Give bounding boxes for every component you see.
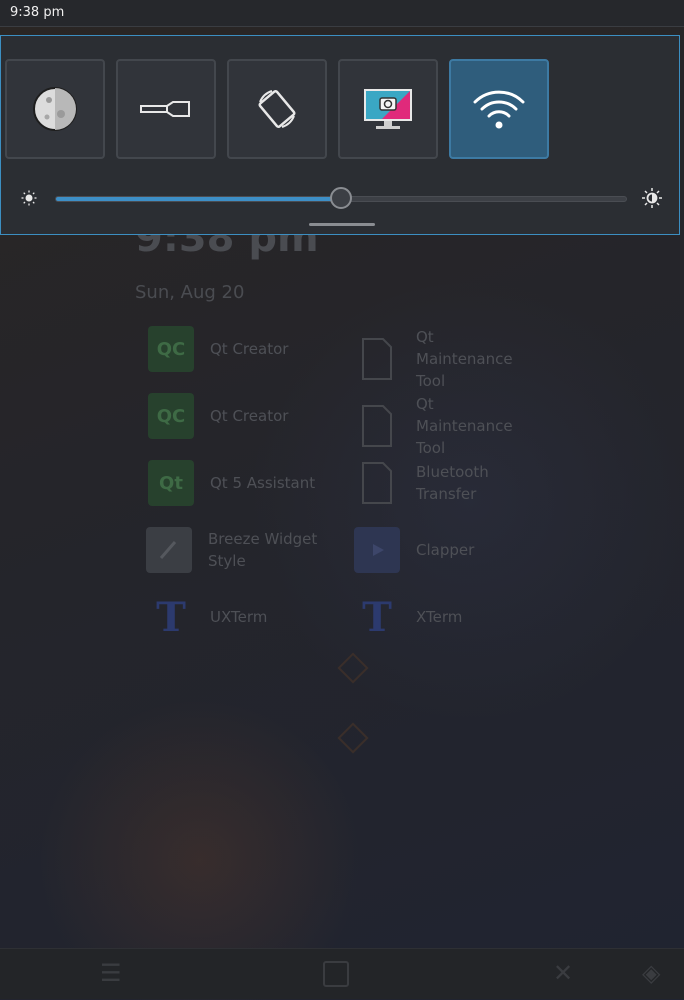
quick-settings-panel bbox=[0, 35, 680, 235]
status-time: 9:38 pm bbox=[10, 5, 65, 20]
menu-icon[interactable]: ☰ bbox=[100, 959, 122, 987]
tile-auto-rotate[interactable] bbox=[227, 59, 327, 159]
document-icon bbox=[354, 403, 400, 449]
app-label: Clapper bbox=[416, 541, 475, 559]
tile-wifi[interactable] bbox=[449, 59, 549, 159]
breeze-icon bbox=[146, 527, 192, 573]
document-icon bbox=[354, 460, 400, 506]
qt-assistant-icon: Qt bbox=[148, 460, 194, 506]
document-icon bbox=[354, 336, 400, 382]
app-label: UXTerm bbox=[210, 608, 268, 626]
home-date: Sun, Aug 20 bbox=[135, 282, 245, 303]
qt-creator-icon: QC bbox=[148, 393, 194, 439]
close-icon[interactable]: ✕ bbox=[553, 959, 573, 987]
app-qt-creator-1[interactable]: QC Qt Creator bbox=[148, 326, 320, 372]
app-qt-maintenance-tool-1[interactable]: Qt Maintenance Tool bbox=[354, 326, 526, 392]
app-label: Qt Maintenance Tool bbox=[416, 328, 513, 390]
panel-drag-handle[interactable] bbox=[309, 223, 375, 226]
terminal-icon: T bbox=[156, 593, 186, 641]
app-label: Qt Creator bbox=[210, 340, 289, 358]
navigation-bar: ☰ ✕ ◈ bbox=[0, 948, 684, 999]
brightness-high-icon bbox=[641, 187, 663, 213]
home-button[interactable] bbox=[323, 961, 349, 987]
clapper-icon bbox=[354, 527, 400, 573]
app-breeze-widget-style[interactable]: Breeze Widget Style bbox=[146, 527, 318, 573]
rotate-nav-icon[interactable]: ◈ bbox=[642, 959, 660, 987]
app-label: Qt Maintenance Tool bbox=[416, 395, 513, 457]
app-qt-assistant[interactable]: Qt Qt 5 Assistant bbox=[148, 460, 320, 506]
app-uxterm[interactable]: T UXTerm bbox=[148, 593, 320, 641]
app-xterm[interactable]: T XTerm bbox=[354, 593, 526, 641]
app-bluetooth-transfer[interactable]: Bluetooth Transfer bbox=[354, 460, 526, 506]
brightness-low-icon bbox=[20, 189, 38, 211]
tile-screenshot[interactable] bbox=[338, 59, 438, 159]
brightness-slider-handle[interactable] bbox=[330, 187, 352, 209]
screenshot-icon bbox=[360, 85, 416, 133]
app-label: Qt Creator bbox=[210, 407, 289, 425]
tile-flashlight[interactable] bbox=[116, 59, 216, 159]
moon-icon bbox=[30, 84, 80, 134]
app-qt-maintenance-tool-2[interactable]: Qt Maintenance Tool bbox=[354, 393, 526, 459]
app-label: XTerm bbox=[416, 608, 463, 626]
app-label: Qt 5 Assistant bbox=[210, 474, 316, 492]
app-label: Breeze Widget Style bbox=[208, 530, 318, 570]
qt-creator-icon: QC bbox=[148, 326, 194, 372]
rotate-icon bbox=[252, 84, 302, 134]
flashlight-icon bbox=[139, 99, 193, 119]
app-clapper[interactable]: Clapper bbox=[354, 527, 526, 573]
brightness-slider-fill bbox=[56, 197, 341, 201]
status-bar[interactable]: 9:38 pm bbox=[0, 0, 684, 27]
app-label: Bluetooth Transfer bbox=[416, 463, 489, 503]
wifi-icon bbox=[472, 87, 526, 131]
app-qt-creator-2[interactable]: QC Qt Creator bbox=[148, 393, 320, 439]
tile-night-color[interactable] bbox=[5, 59, 105, 159]
terminal-icon: T bbox=[362, 593, 392, 641]
